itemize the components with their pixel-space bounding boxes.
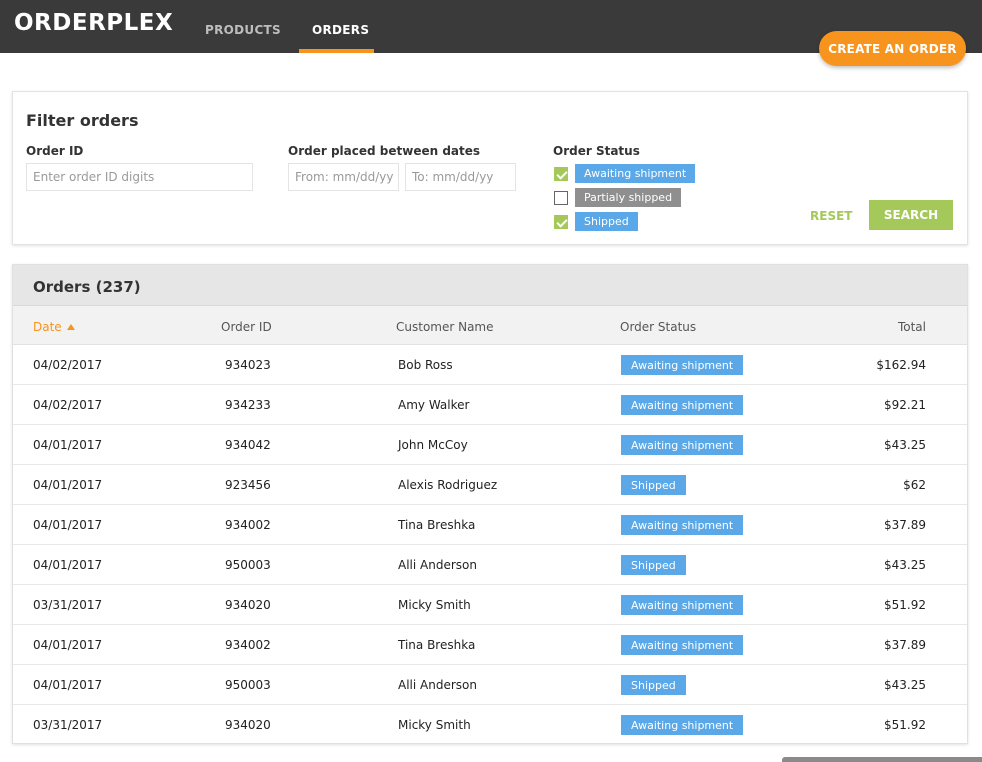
row-order-id: 934002 xyxy=(225,518,271,532)
row-total: $92.21 xyxy=(884,398,926,412)
table-row[interactable]: 04/01/2017 934002 Tina Breshka Awaiting … xyxy=(13,505,967,545)
row-total: $51.92 xyxy=(884,718,926,732)
row-customer-name: Bob Ross xyxy=(398,358,453,372)
row-status-badge: Awaiting shipment xyxy=(621,635,744,655)
row-customer-name: Alli Anderson xyxy=(398,678,477,692)
horizontal-scrollbar[interactable] xyxy=(782,757,982,762)
row-customer-name: John McCoy xyxy=(398,438,468,452)
table-row[interactable]: 04/02/2017 934233 Amy Walker Awaiting sh… xyxy=(13,385,967,425)
row-customer-name: Alexis Rodriguez xyxy=(398,478,498,492)
row-total: $62 xyxy=(903,478,926,492)
search-button[interactable]: SEARCH xyxy=(869,200,953,230)
row-status-badge: Shipped xyxy=(621,675,686,695)
row-total: $37.89 xyxy=(884,518,926,532)
row-status-badge: Awaiting shipment xyxy=(621,715,744,735)
row-customer-name: Tina Breshka xyxy=(398,638,476,652)
tab-products[interactable]: PRODUCTS xyxy=(205,23,281,37)
row-order-id: 934233 xyxy=(225,398,271,412)
column-header-order-id[interactable]: Order ID xyxy=(221,320,272,334)
row-date: 04/01/2017 xyxy=(33,638,103,652)
table-row[interactable]: 03/31/2017 934020 Micky Smith Awaiting s… xyxy=(13,705,967,745)
row-status-badge: Shipped xyxy=(621,475,686,495)
reset-button[interactable]: RESET xyxy=(810,209,852,223)
row-order-id: 934002 xyxy=(225,638,271,652)
row-customer-name: Micky Smith xyxy=(398,598,471,612)
table-row[interactable]: 04/01/2017 934042 John McCoy Awaiting sh… xyxy=(13,425,967,465)
row-date: 04/01/2017 xyxy=(33,478,103,492)
column-header-date-label: Date xyxy=(33,320,62,334)
sort-ascending-icon xyxy=(66,324,75,330)
row-date: 04/01/2017 xyxy=(33,678,103,692)
row-customer-name: Amy Walker xyxy=(398,398,470,412)
row-total: $37.89 xyxy=(884,638,926,652)
table-row[interactable]: 04/02/2017 934023 Bob Ross Awaiting ship… xyxy=(13,345,967,385)
partially-shipped-filter-tag[interactable]: Partialy shipped xyxy=(575,188,682,207)
row-status-badge: Awaiting shipment xyxy=(621,395,744,415)
row-customer-name: Tina Breshka xyxy=(398,518,476,532)
tab-orders[interactable]: ORDERS xyxy=(312,23,369,37)
filter-title: Filter orders xyxy=(26,111,139,130)
partially-shipped-checkbox[interactable] xyxy=(554,191,568,205)
row-date: 04/01/2017 xyxy=(33,558,103,572)
orders-table: Orders (237) Date Order ID Customer Name… xyxy=(12,264,968,744)
column-header-customer-name[interactable]: Customer Name xyxy=(396,320,494,334)
row-customer-name: Micky Smith xyxy=(398,718,471,732)
orders-header: Orders (237) xyxy=(13,265,967,306)
active-tab-indicator xyxy=(299,49,374,53)
row-order-id: 950003 xyxy=(225,678,271,692)
row-date: 04/02/2017 xyxy=(33,358,103,372)
row-total: $43.25 xyxy=(884,678,926,692)
row-total: $51.92 xyxy=(884,598,926,612)
table-row[interactable]: 03/31/2017 934020 Micky Smith Awaiting s… xyxy=(13,585,967,625)
to-date-input[interactable]: To: mm/dd/yy xyxy=(405,163,516,191)
order-id-label: Order ID xyxy=(26,144,84,158)
row-order-id: 934042 xyxy=(225,438,271,452)
row-date: 03/31/2017 xyxy=(33,718,103,732)
row-total: $162.94 xyxy=(876,358,926,372)
row-status-badge: Awaiting shipment xyxy=(621,355,744,375)
row-order-id: 934020 xyxy=(225,718,271,732)
shipped-checkbox[interactable] xyxy=(554,215,568,229)
order-status-label: Order Status xyxy=(553,144,640,158)
row-total: $43.25 xyxy=(884,558,926,572)
filter-panel: Filter orders Order ID Enter order ID di… xyxy=(12,91,968,245)
table-row[interactable]: 04/01/2017 950003 Alli Anderson Shipped … xyxy=(13,665,967,705)
app-logo[interactable]: ORDERPLEX xyxy=(14,10,173,36)
row-date: 03/31/2017 xyxy=(33,598,103,612)
awaiting-shipment-filter-tag[interactable]: Awaiting shipment xyxy=(575,164,696,183)
column-header-order-status[interactable]: Order Status xyxy=(620,320,696,334)
from-date-input[interactable]: From: mm/dd/yy xyxy=(288,163,399,191)
column-header-total[interactable]: Total xyxy=(898,320,926,334)
row-customer-name: Alli Anderson xyxy=(398,558,477,572)
awaiting-shipment-checkbox[interactable] xyxy=(554,167,568,181)
row-status-badge: Awaiting shipment xyxy=(621,435,744,455)
row-date: 04/01/2017 xyxy=(33,438,103,452)
order-id-input[interactable]: Enter order ID digits xyxy=(26,163,253,191)
row-date: 04/01/2017 xyxy=(33,518,103,532)
date-range-label: Order placed between dates xyxy=(288,144,481,158)
column-header-date[interactable]: Date xyxy=(33,320,75,334)
table-row[interactable]: 04/01/2017 934002 Tina Breshka Awaiting … xyxy=(13,625,967,665)
row-order-id: 950003 xyxy=(225,558,271,572)
row-status-badge: Shipped xyxy=(621,555,686,575)
row-total: $43.25 xyxy=(884,438,926,452)
row-order-id: 934023 xyxy=(225,358,271,372)
row-date: 04/02/2017 xyxy=(33,398,103,412)
table-row[interactable]: 04/01/2017 950003 Alli Anderson Shipped … xyxy=(13,545,967,585)
create-order-button[interactable]: CREATE AN ORDER xyxy=(819,31,966,66)
shipped-filter-tag[interactable]: Shipped xyxy=(575,212,638,231)
table-row[interactable]: 04/01/2017 923456 Alexis Rodriguez Shipp… xyxy=(13,465,967,505)
row-status-badge: Awaiting shipment xyxy=(621,595,744,615)
row-status-badge: Awaiting shipment xyxy=(621,515,744,535)
table-column-headers: Date Order ID Customer Name Order Status… xyxy=(13,306,967,345)
row-order-id: 934020 xyxy=(225,598,271,612)
row-order-id: 923456 xyxy=(225,478,271,492)
orders-title: Orders (237) xyxy=(33,278,141,296)
